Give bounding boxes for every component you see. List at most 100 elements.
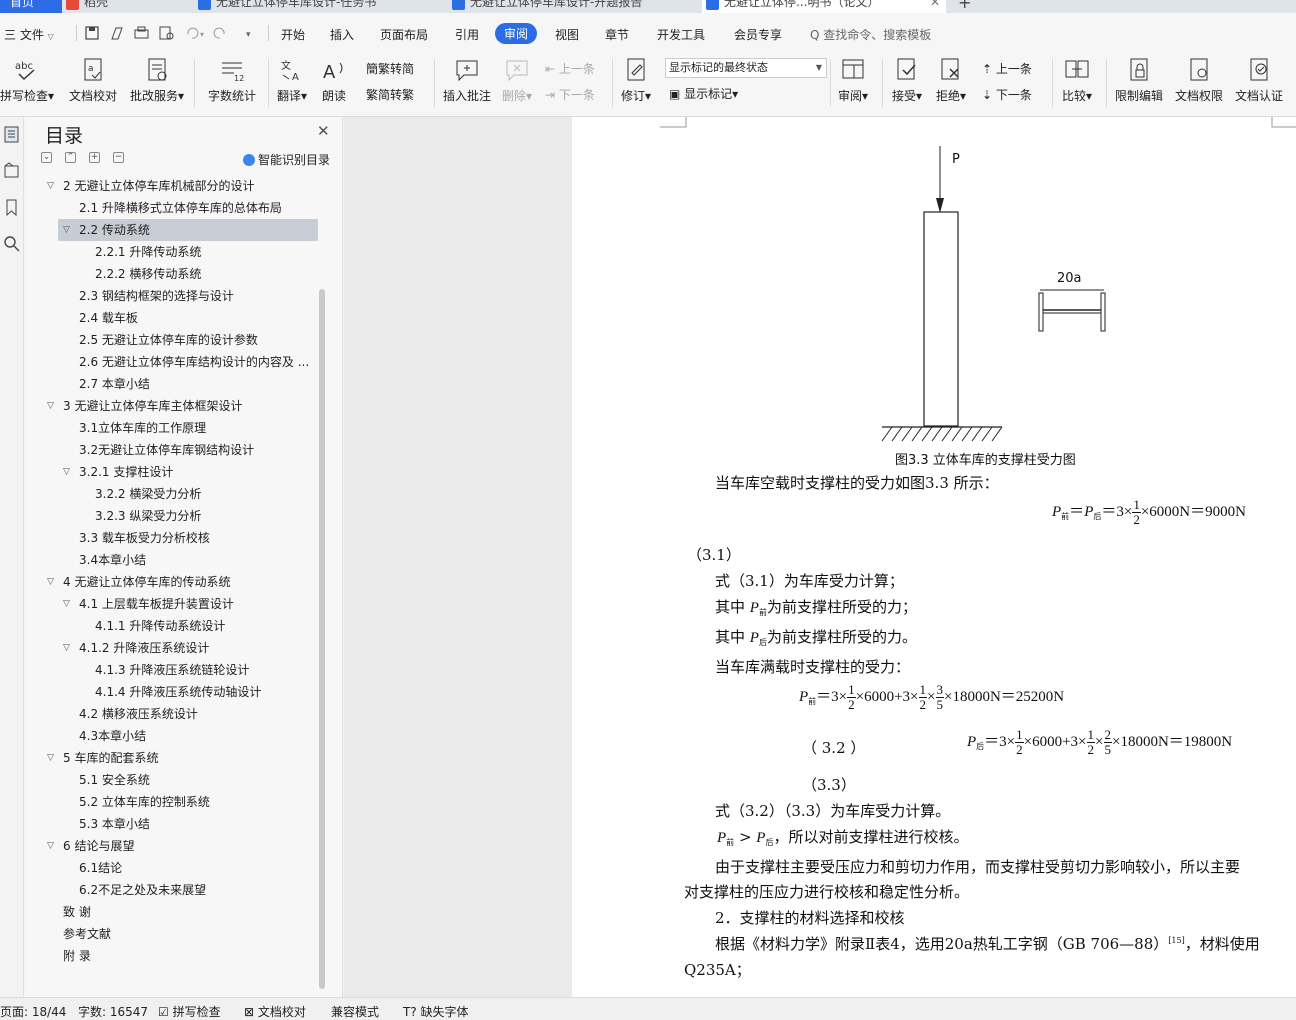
- chevron-down-icon[interactable]: ▽: [63, 461, 70, 483]
- toc-item[interactable]: 4.1.3 升降液压系统链轮设计: [25, 659, 321, 681]
- toc-item[interactable]: 附 录: [25, 945, 321, 967]
- toc-item[interactable]: 2.2.1 升降传动系统: [25, 241, 321, 263]
- prev-change-button[interactable]: ⇡ 上一条: [982, 60, 1032, 77]
- menu-insert[interactable]: 插入: [330, 26, 354, 43]
- status-doc-check[interactable]: ⊠ 文档校对: [244, 1003, 306, 1020]
- translate-button[interactable]: 文A 翻译▾: [274, 53, 310, 113]
- compare-button[interactable]: 比较▾: [1058, 53, 1096, 113]
- toc-item[interactable]: 4.1.4 升降液压系统传动轴设计: [25, 681, 321, 703]
- navigation-icon[interactable]: [3, 162, 20, 179]
- toc-item[interactable]: ▽ 2 无避让立体停车库机械部分的设计: [25, 175, 321, 197]
- spell-check-button[interactable]: abc 拼写检查▾: [0, 53, 54, 113]
- trad-to-simp-button[interactable]: 簡繁转简: [366, 60, 414, 77]
- tab-doc-thesis[interactable]: 无避让立体停...明书（论文） ✕: [702, 0, 946, 13]
- tab-home[interactable]: 首页: [0, 0, 62, 13]
- doc-check-button[interactable]: a 文档校对: [67, 53, 119, 113]
- expand-up-icon[interactable]: ⌃: [65, 152, 76, 163]
- bookmark-icon[interactable]: [3, 199, 20, 216]
- search-icon[interactable]: [3, 235, 20, 252]
- chevron-down-icon[interactable]: ▽: [63, 637, 70, 659]
- chevron-down-icon[interactable]: ▽: [47, 747, 54, 769]
- collapse-all-icon[interactable]: ⌄: [41, 152, 52, 163]
- toc-item[interactable]: 2.1 升降横移式立体停车库的总体布局: [25, 197, 321, 219]
- simp-to-trad-button[interactable]: 繁简转繁: [366, 86, 414, 103]
- toc-item[interactable]: ▽ 3.2.1 支撑柱设计: [25, 461, 321, 483]
- doc-permission-button[interactable]: 文档权限: [1172, 53, 1226, 113]
- document-page[interactable]: P 20a 图3.3 立体车库的支撑柱受力图 当车库空载时支撑柱的受力如图3.3…: [572, 117, 1296, 997]
- toc-item[interactable]: ▽ 4.1 上层载车板提升装置设计: [25, 593, 321, 615]
- prev-comment-button[interactable]: ⇤ 上一条: [545, 60, 595, 77]
- chevron-down-icon[interactable]: ▽: [63, 219, 70, 241]
- toc-item[interactable]: ▽ 4 无避让立体停车库的传动系统: [25, 571, 321, 593]
- toc-item[interactable]: 5.1 安全系统: [25, 769, 321, 791]
- toc-item[interactable]: 参考文献: [25, 923, 321, 945]
- toc-item[interactable]: 2.3 钢结构框架的选择与设计: [25, 285, 321, 307]
- compat-mode[interactable]: 兼容模式: [331, 1003, 379, 1020]
- add-heading-icon[interactable]: +: [89, 152, 100, 163]
- status-spell-check[interactable]: ☑ 拼写检查: [158, 1003, 221, 1020]
- chevron-down-icon[interactable]: ▽: [63, 593, 70, 615]
- chevron-down-icon[interactable]: ▽: [47, 175, 54, 197]
- batch-service-button[interactable]: 批改服务▾: [127, 53, 187, 113]
- toc-item[interactable]: 3.2.2 横梁受力分析: [25, 483, 321, 505]
- menu-review[interactable]: 审阅: [495, 23, 538, 44]
- close-icon[interactable]: ✕: [930, 0, 940, 11]
- toc-item[interactable]: 3.1立体车库的工作原理: [25, 417, 321, 439]
- menu-member[interactable]: 会员专享: [734, 26, 782, 43]
- track-changes-button[interactable]: 修订▾: [618, 53, 654, 113]
- toc-item[interactable]: ▽ 4.1.2 升降液压系统设计: [25, 637, 321, 659]
- chevron-down-icon[interactable]: ▽: [47, 571, 54, 593]
- toc-item[interactable]: 6.1结论: [25, 857, 321, 879]
- page-indicator[interactable]: 页面: 18/44: [0, 1003, 66, 1020]
- toc-item[interactable]: 3.2无避让立体停车库钢结构设计: [25, 439, 321, 461]
- chevron-down-icon[interactable]: ▽: [47, 395, 54, 417]
- toc-item[interactable]: 致 谢: [25, 901, 321, 923]
- toc-item[interactable]: 5.2 立体车库的控制系统: [25, 791, 321, 813]
- toc-item[interactable]: 3.3 载车板受力分析校核: [25, 527, 321, 549]
- tab-doc-task[interactable]: 无避让立体停车库设计-任务书: [194, 0, 446, 13]
- toc-item[interactable]: 2.2.2 横移传动系统: [25, 263, 321, 285]
- remove-heading-icon[interactable]: −: [113, 152, 124, 163]
- smart-toc-button[interactable]: 智能识别目录: [243, 151, 330, 168]
- review-pane-button[interactable]: 审阅▾: [834, 53, 872, 113]
- toc-item[interactable]: 4.2 横移液压系统设计: [25, 703, 321, 725]
- tab-doc-proposal[interactable]: 无避让立体停车库设计-开题报告: [448, 0, 700, 13]
- new-tab-button[interactable]: +: [950, 0, 980, 13]
- toc-item[interactable]: ▽ 5 车库的配套系统: [25, 747, 321, 769]
- toc-item[interactable]: 6.2不足之处及未来展望: [25, 879, 321, 901]
- chevron-down-icon[interactable]: ▽: [47, 835, 54, 857]
- markup-state-select[interactable]: 显示标记的最终状态 ▼: [665, 58, 827, 78]
- accept-button[interactable]: 接受▾: [888, 53, 926, 113]
- toc-panel-icon[interactable]: [3, 126, 20, 143]
- toc-item[interactable]: 2.4 载车板: [25, 307, 321, 329]
- toc-item[interactable]: 2.5 无避让立体停车库的设计参数: [25, 329, 321, 351]
- doc-cert-button[interactable]: 文档认证: [1232, 53, 1286, 113]
- next-comment-button[interactable]: ⇥ 下一条: [545, 86, 595, 103]
- next-change-button[interactable]: ⇣ 下一条: [982, 86, 1032, 103]
- show-markup-button[interactable]: ▣ 显示标记▾: [669, 85, 738, 102]
- search-commands[interactable]: Q 查找命令、搜索模板: [810, 26, 931, 43]
- menu-start[interactable]: 开始: [281, 26, 305, 43]
- menu-layout[interactable]: 页面布局: [380, 26, 428, 43]
- toc-item[interactable]: ▽ 3 无避让立体停车库主体框架设计: [25, 395, 321, 417]
- tab-docer[interactable]: 稻壳: [62, 0, 192, 13]
- toc-item[interactable]: 4.3本章小结: [25, 725, 321, 747]
- toc-scrollbar[interactable]: [319, 289, 325, 989]
- toc-item[interactable]: ▽ 6 结论与展望: [25, 835, 321, 857]
- toc-item[interactable]: 4.1.1 升降传动系统设计: [25, 615, 321, 637]
- citation[interactable]: [15]: [1168, 936, 1184, 945]
- menu-section[interactable]: 章节: [605, 26, 629, 43]
- toc-item[interactable]: 5.3 本章小结: [25, 813, 321, 835]
- file-menu[interactable]: 三 文件 ▽: [4, 26, 54, 43]
- missing-font[interactable]: T? 缺失字体: [403, 1003, 469, 1020]
- toc-item[interactable]: ▽ 2.2 传动系统: [58, 219, 318, 241]
- read-aloud-button[interactable]: A 朗读: [318, 53, 350, 113]
- insert-comment-button[interactable]: 插入批注: [440, 53, 494, 113]
- delete-comment-button[interactable]: 删除▾: [498, 53, 536, 113]
- word-count-button[interactable]: 123 字数统计: [203, 53, 261, 113]
- word-count[interactable]: 字数: 16547: [78, 1003, 148, 1020]
- menu-references[interactable]: 引用: [455, 26, 479, 43]
- toc-item[interactable]: 3.4本章小结: [25, 549, 321, 571]
- reject-button[interactable]: 拒绝▾: [932, 53, 970, 113]
- toc-item[interactable]: 2.7 本章小结: [25, 373, 321, 395]
